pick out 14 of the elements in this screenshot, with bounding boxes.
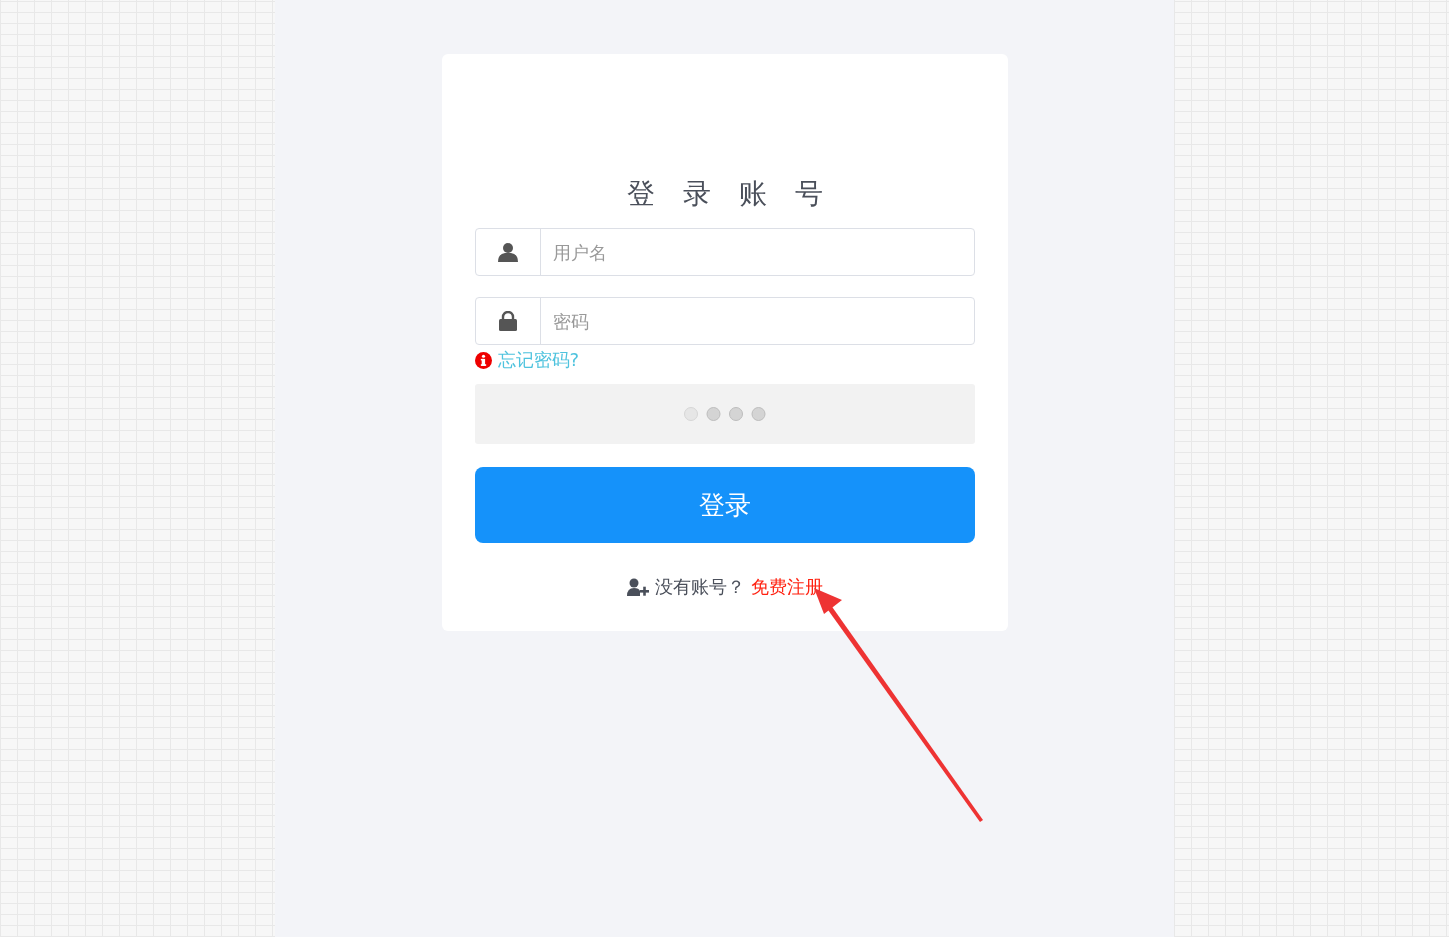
login-title: 登录账号: [625, 176, 852, 212]
username-field[interactable]: 用户名: [540, 229, 974, 275]
login-button[interactable]: 登录: [474, 467, 975, 543]
user-icon: [497, 242, 518, 262]
no-account-text: 没有账号？: [654, 575, 745, 599]
username-input-group[interactable]: 用户名: [474, 228, 975, 276]
captcha-box[interactable]: [474, 384, 975, 444]
password-input-group[interactable]: 密码: [474, 297, 975, 345]
lock-icon: [498, 311, 517, 331]
add-user-icon: [626, 578, 649, 596]
password-field[interactable]: 密码: [540, 298, 974, 344]
info-icon: [474, 351, 492, 369]
forgot-password-link[interactable]: 忘记密码?: [497, 348, 580, 372]
loading-dots-icon: [682, 406, 767, 422]
